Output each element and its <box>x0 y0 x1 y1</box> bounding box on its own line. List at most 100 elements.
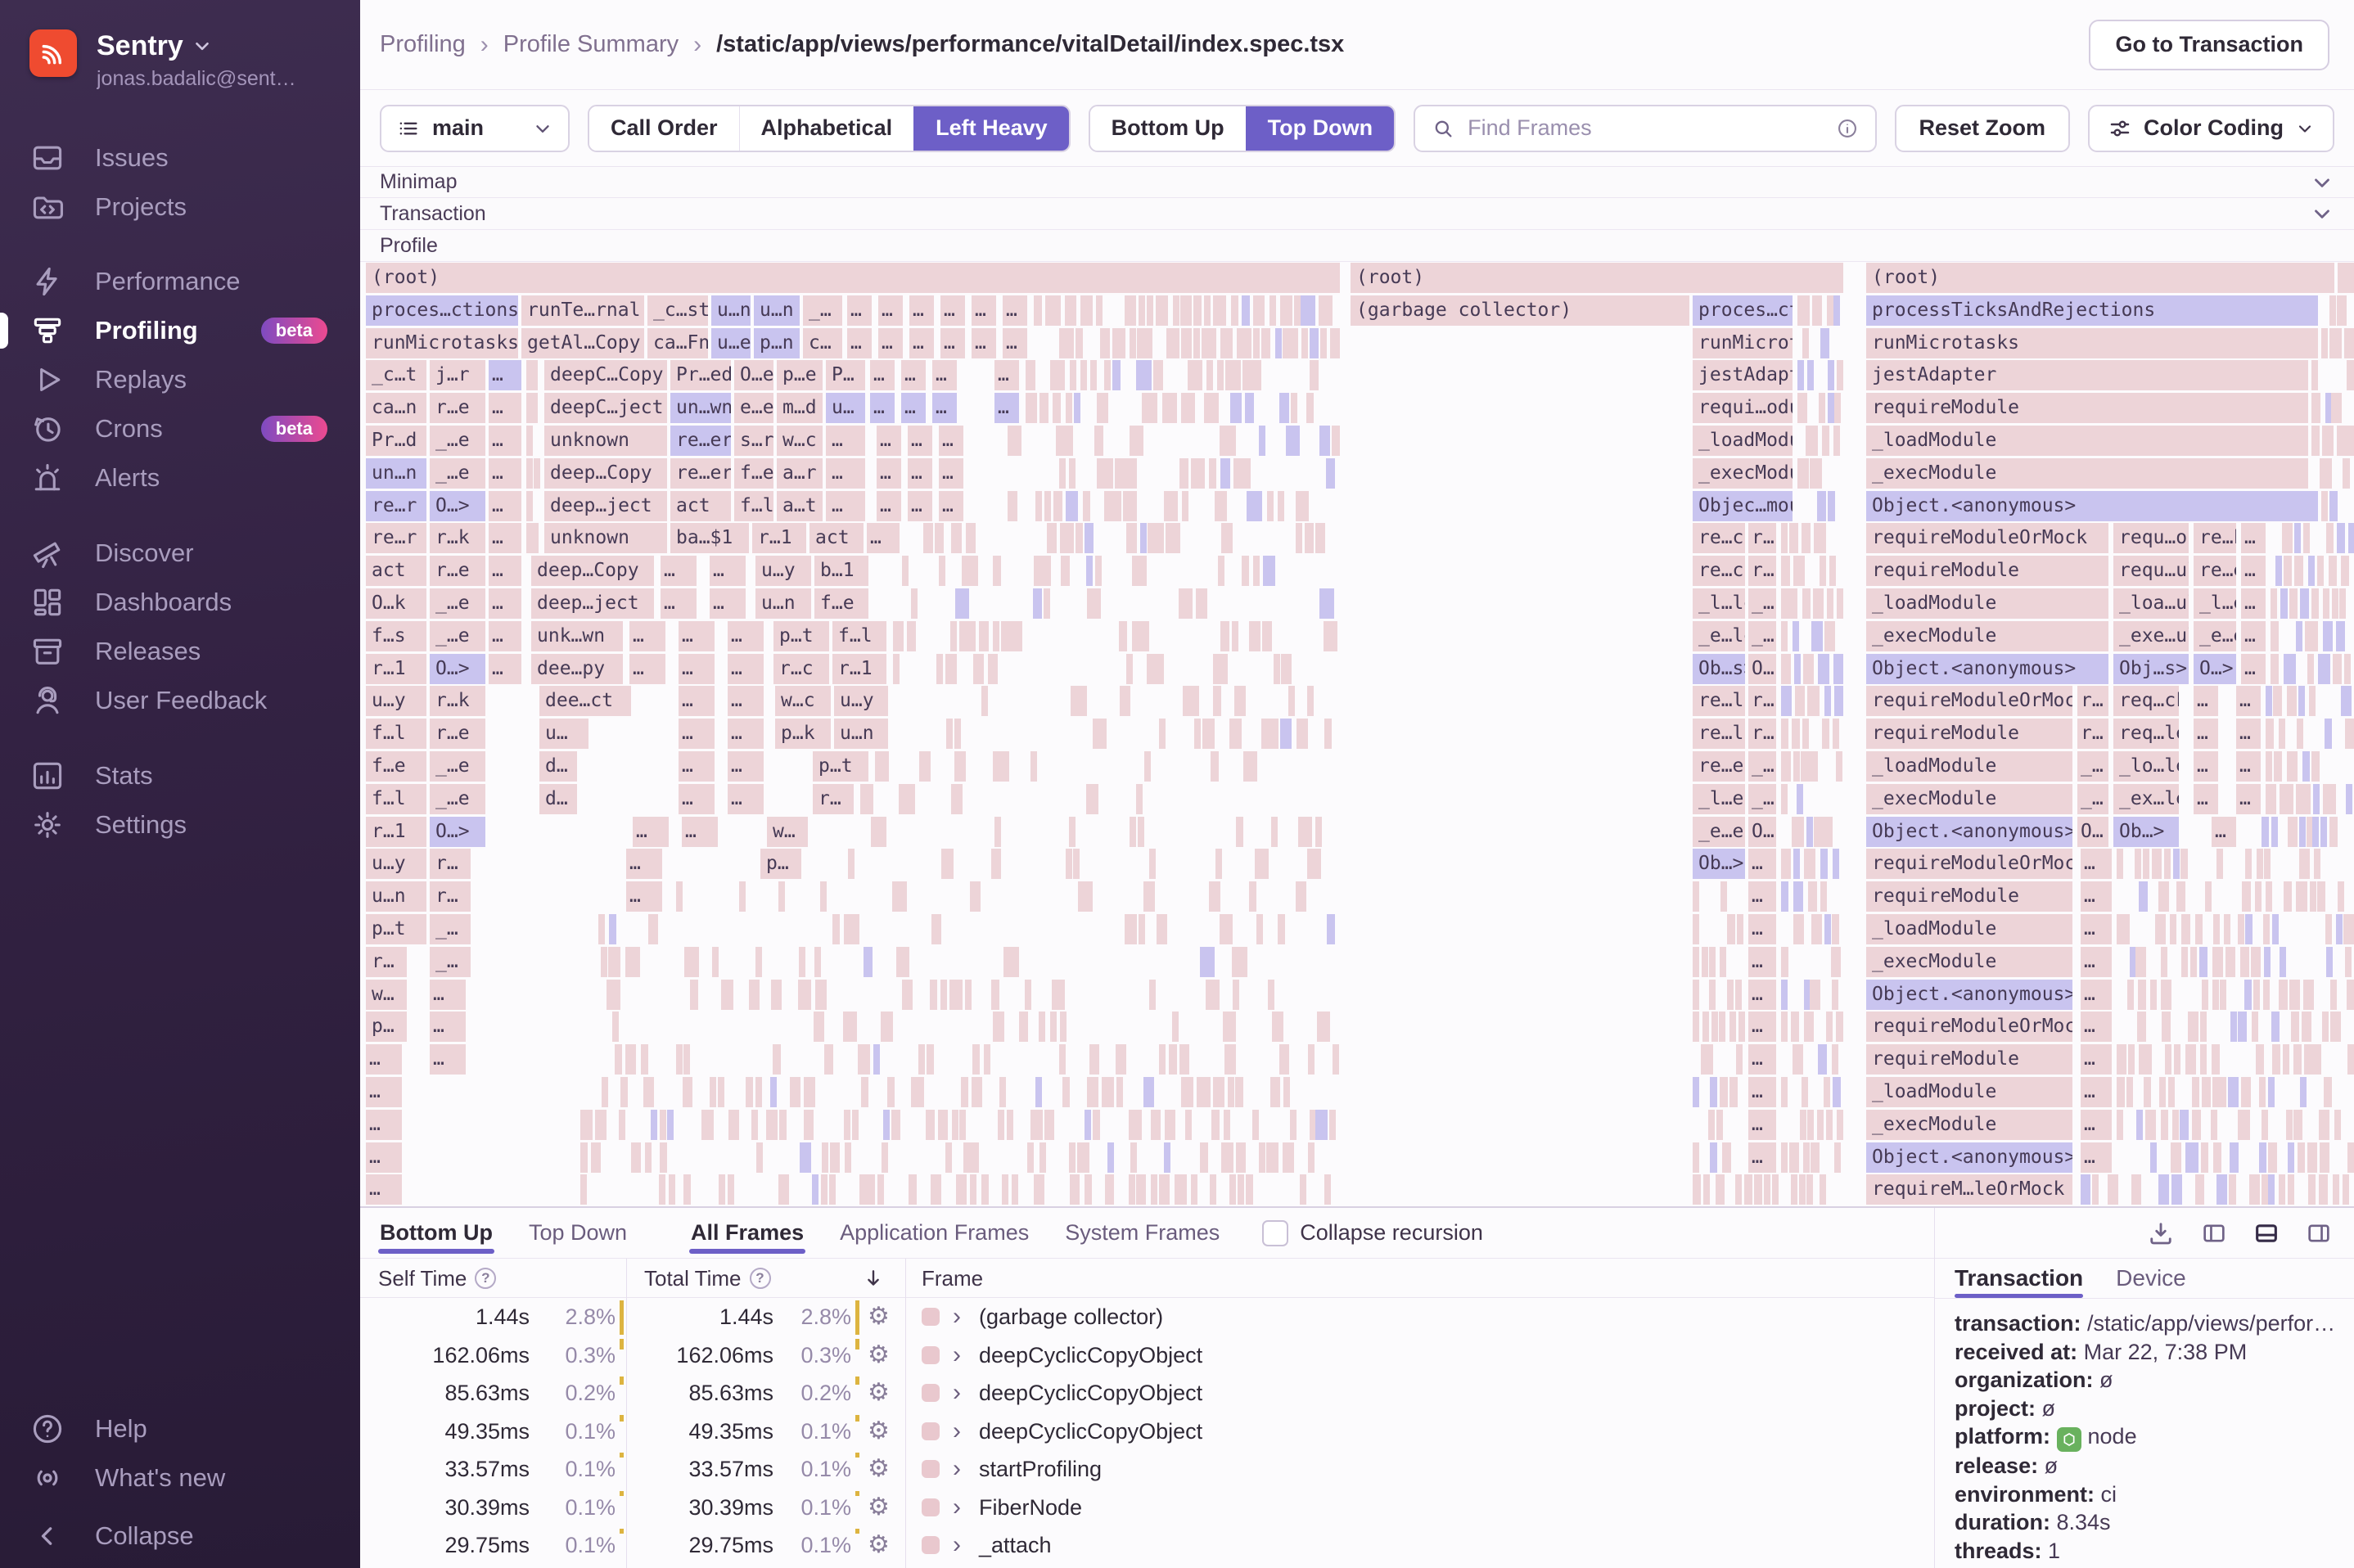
flame-frame-fragment[interactable] <box>2262 1174 2268 1205</box>
flame-frame-fragment[interactable] <box>2268 1142 2277 1173</box>
flame-frame-fragment[interactable] <box>1202 719 1215 749</box>
flame-frame[interactable]: u…n <box>755 588 811 619</box>
flame-frame-fragment[interactable] <box>1206 980 1220 1010</box>
flame-frame-fragment[interactable] <box>1249 360 1261 390</box>
flame-frame-fragment[interactable] <box>1107 1142 1114 1173</box>
flame-frame-fragment[interactable] <box>1193 295 1202 326</box>
flame-frame-fragment[interactable] <box>1066 491 1078 521</box>
tab-all-frames[interactable]: All Frames <box>689 1208 805 1258</box>
flame-frame-fragment[interactable] <box>1218 556 1224 586</box>
flame-frame-fragment[interactable] <box>1132 556 1147 586</box>
flame-frame[interactable]: … <box>626 881 662 912</box>
flame-frame[interactable]: _loadModule <box>1866 751 2072 782</box>
flame-frame[interactable]: f…l <box>366 784 426 814</box>
flame-frame-fragment[interactable] <box>1781 751 1791 782</box>
flame-frame-fragment[interactable] <box>631 1142 641 1173</box>
flame-frame-fragment[interactable] <box>2296 784 2302 814</box>
flame-frame[interactable]: f…e <box>734 458 773 489</box>
flame-frame[interactable]: _lo…le <box>2113 751 2179 782</box>
flame-frame-fragment[interactable] <box>1820 817 1833 847</box>
flame-frame-fragment[interactable] <box>778 1174 789 1205</box>
flame-frame-fragment[interactable] <box>881 1012 893 1042</box>
flame-frame-fragment[interactable] <box>1237 328 1251 358</box>
flame-frame-fragment[interactable] <box>1272 1012 1283 1042</box>
flame-frame-fragment[interactable] <box>1267 491 1274 521</box>
flame-frame-fragment[interactable] <box>993 1012 1004 1042</box>
flame-frame-fragment[interactable] <box>940 980 947 1010</box>
flame-frame-fragment[interactable] <box>930 980 937 1010</box>
flame-frame-fragment[interactable] <box>2249 1174 2260 1205</box>
flame-frame[interactable]: _…e <box>430 426 485 456</box>
flame-frame-fragment[interactable] <box>2173 849 2180 879</box>
flame-frame-fragment[interactable] <box>2212 980 2219 1010</box>
flame-frame[interactable]: … <box>1748 947 1776 977</box>
flame-frame-fragment[interactable] <box>718 1077 724 1107</box>
flame-frame[interactable]: … <box>847 295 872 326</box>
flame-frame[interactable]: r… <box>430 881 471 912</box>
details-tab-device[interactable]: Device <box>2116 1259 2186 1298</box>
flame-frame-fragment[interactable] <box>1120 686 1130 716</box>
sidebar-item-releases[interactable]: Releases <box>0 627 360 676</box>
flame-frame-fragment[interactable] <box>1061 556 1070 586</box>
flame-frame[interactable]: … <box>489 360 521 390</box>
flame-frame-fragment[interactable] <box>2347 1142 2354 1173</box>
flame-frame-fragment[interactable] <box>721 980 733 1010</box>
flame-frame[interactable]: Object.<anonymous> <box>1866 654 2108 684</box>
flame-frame-fragment[interactable] <box>2192 1110 2201 1140</box>
flame-frame[interactable]: deep…Copy <box>531 556 654 586</box>
flame-frame[interactable]: r…1 <box>752 523 806 553</box>
flame-frame[interactable]: _…e <box>430 458 485 489</box>
flame-frame-fragment[interactable] <box>2341 556 2349 586</box>
flame-frame-fragment[interactable] <box>1159 1044 1166 1075</box>
flame-frame-fragment[interactable] <box>1824 621 1835 651</box>
chevron-down-icon[interactable] <box>2310 170 2334 195</box>
flame-frame-fragment[interactable] <box>2271 621 2279 651</box>
flame-frame-fragment[interactable] <box>1130 328 1136 358</box>
flame-frame-fragment[interactable] <box>1803 654 1814 684</box>
chevron-right-icon[interactable]: › <box>953 1526 961 1565</box>
flame-frame-fragment[interactable] <box>1242 295 1250 326</box>
flame-frame-fragment[interactable] <box>1035 1077 1042 1107</box>
flame-frame-fragment[interactable] <box>773 1044 781 1075</box>
flame-frame-fragment[interactable] <box>1100 328 1110 358</box>
flame-frame[interactable]: O…e <box>734 360 773 390</box>
flame-frame-fragment[interactable] <box>2319 1174 2328 1205</box>
flame-frame-fragment[interactable] <box>1781 980 1788 1010</box>
flame-frame-fragment[interactable] <box>2326 947 2333 977</box>
flame-frame-fragment[interactable] <box>2262 1110 2268 1140</box>
flame-frame-fragment[interactable] <box>2145 1110 2156 1140</box>
flame-frame-fragment[interactable] <box>1166 328 1179 358</box>
flame-frame-fragment[interactable] <box>1300 1174 1306 1205</box>
flame-frame-fragment[interactable] <box>2304 1044 2311 1075</box>
flame-frame-fragment[interactable] <box>1281 654 1292 684</box>
flame-frame[interactable]: … <box>679 751 715 782</box>
flame-frame[interactable]: _…e <box>430 621 485 651</box>
flame-frame-fragment[interactable] <box>979 621 989 651</box>
flame-frame-fragment[interactable] <box>683 1044 690 1075</box>
flame-frame-fragment[interactable] <box>766 1110 778 1140</box>
flame-frame[interactable]: jestAdapter <box>1693 360 1793 390</box>
flame-frame-fragment[interactable] <box>2244 980 2252 1010</box>
flame-frame[interactable]: _loadModule <box>1866 588 2108 619</box>
flame-frame-fragment[interactable] <box>2345 947 2352 977</box>
flame-frame-fragment[interactable] <box>2138 980 2146 1010</box>
flame-frame-fragment[interactable] <box>860 784 873 814</box>
flame-frame[interactable]: proces…ctions <box>1693 295 1793 326</box>
flame-frame[interactable]: … <box>847 328 872 358</box>
flame-frame[interactable]: … <box>629 654 665 684</box>
flame-frame[interactable]: _… <box>430 914 471 944</box>
flame-frame-fragment[interactable] <box>1230 393 1242 423</box>
flame-frame-fragment[interactable] <box>981 1174 989 1205</box>
flame-frame[interactable]: re…k <box>2194 523 2236 553</box>
flame-frame[interactable]: _c…t <box>366 360 426 390</box>
flame-frame-fragment[interactable] <box>2238 1012 2247 1042</box>
flame-frame[interactable]: f…e <box>814 588 868 619</box>
flame-frame-fragment[interactable] <box>1716 1110 1723 1140</box>
flame-frame[interactable]: _… <box>803 295 842 326</box>
flame-frame-fragment[interactable] <box>911 1077 918 1107</box>
flame-frame[interactable]: r… <box>1748 556 1776 586</box>
flame-frame-fragment[interactable] <box>901 947 909 977</box>
flame-frame-fragment[interactable] <box>1057 360 1065 390</box>
flame-frame-fragment[interactable] <box>1076 523 1083 553</box>
flame-frame-fragment[interactable] <box>1172 1012 1179 1042</box>
